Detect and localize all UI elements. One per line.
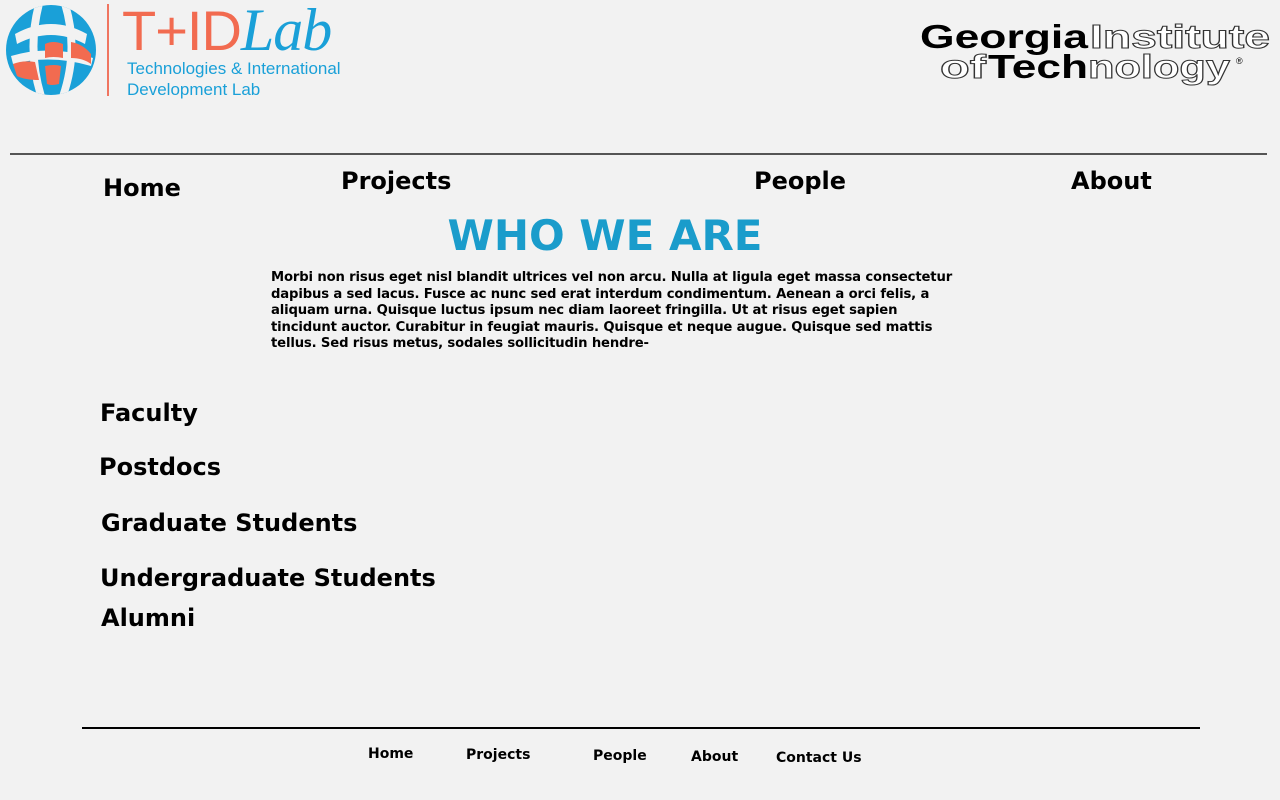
footer-projects-link[interactable]: Projects (466, 747, 530, 763)
intro-paragraph: Morbi non risus eget nisl blandit ultric… (271, 270, 953, 351)
logo-divider (107, 4, 109, 96)
gt-logo-nology: nology (1088, 48, 1231, 85)
gt-logo-reg: ® (1236, 56, 1243, 66)
people-alumni-link[interactable]: Alumni (101, 604, 195, 632)
footer-contact-link[interactable]: Contact Us (776, 750, 862, 766)
header-divider (10, 153, 1267, 155)
nav-projects-link[interactable]: Projects (341, 167, 451, 195)
footer-people-link[interactable]: People (593, 748, 647, 764)
georgia-tech-logo: Georgia Institute of Tech nology ® (920, 18, 1272, 86)
lab-logo-wordmark: T+IDLab (122, 0, 332, 63)
lab-logo-subtitle: Technologies & International Development… (127, 59, 341, 99)
nav-about-link[interactable]: About (1071, 167, 1152, 195)
page-title: WHO WE ARE (447, 211, 763, 260)
footer-divider (82, 727, 1200, 729)
people-faculty-link[interactable]: Faculty (100, 399, 198, 427)
people-postdocs-link[interactable]: Postdocs (99, 453, 221, 481)
footer-about-link[interactable]: About (691, 749, 738, 765)
nav-people-link[interactable]: People (754, 167, 846, 195)
footer-home-link[interactable]: Home (368, 746, 413, 762)
nav-home-link[interactable]: Home (103, 174, 181, 202)
people-graduate-link[interactable]: Graduate Students (101, 509, 357, 537)
gt-logo-of: of (940, 48, 987, 85)
globe-logo-icon (5, 4, 97, 96)
gt-logo-tech: Tech (988, 48, 1088, 85)
people-undergraduate-link[interactable]: Undergraduate Students (100, 564, 436, 592)
